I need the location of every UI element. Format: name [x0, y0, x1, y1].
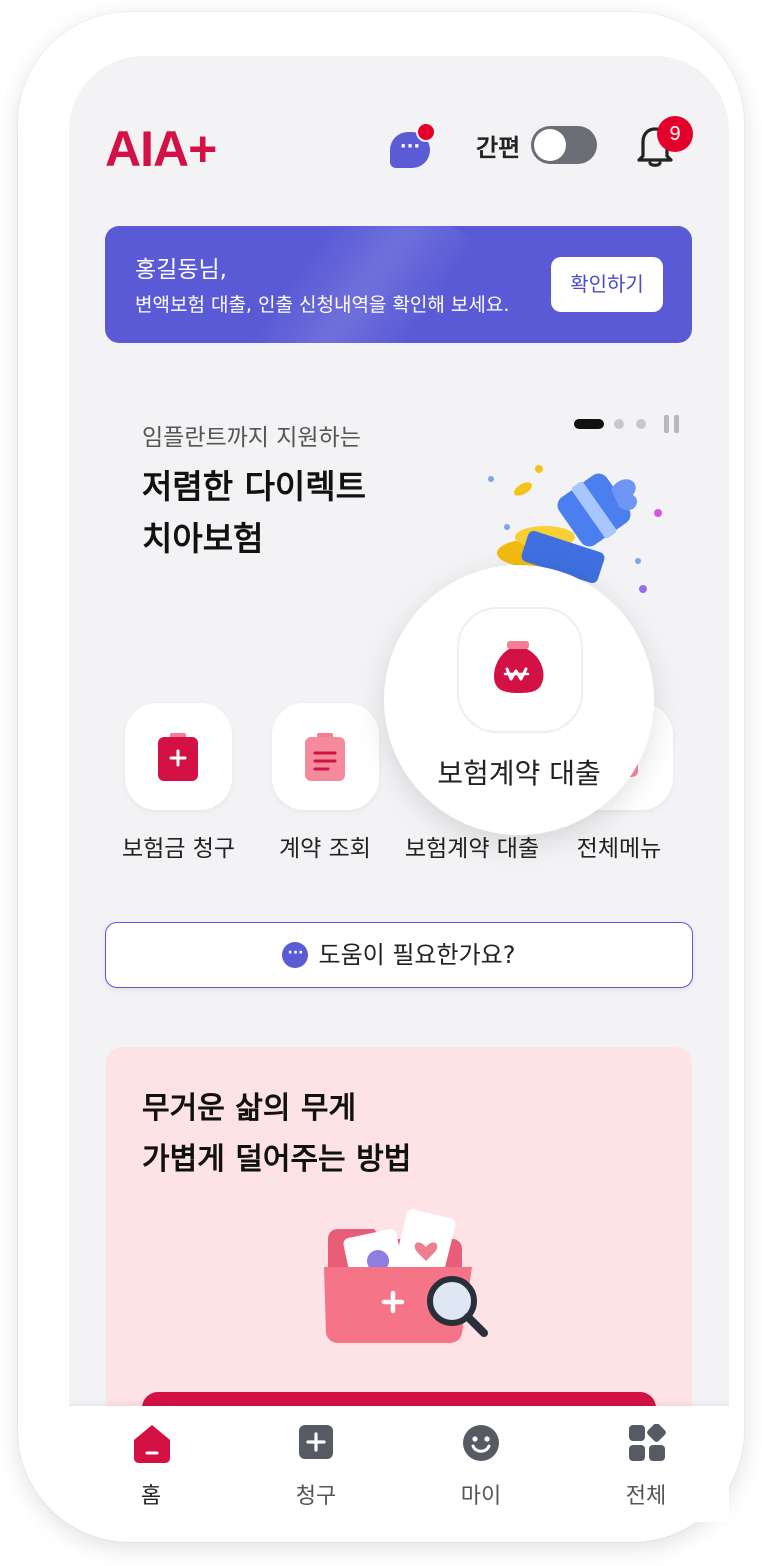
simple-mode-toggle[interactable] [531, 126, 597, 164]
claim-clipboard-icon [158, 733, 198, 781]
carousel-pager [574, 415, 686, 435]
promo-title-line2: 치아보험 [142, 519, 264, 558]
nav-my[interactable]: 마이 [421, 1422, 541, 1512]
nav-home-label: 홈 [140, 1484, 162, 1509]
info-card-title-line1: 무거운 삶의 무게 [142, 1091, 357, 1126]
nav-claim-label: 청구 [295, 1484, 337, 1509]
simple-mode-label: 간편 [476, 134, 521, 162]
help-chat-icon: ··· [282, 942, 309, 968]
medical-folder-illustration [324, 1209, 488, 1343]
loan-spotlight[interactable]: 보험계약 대출 [384, 565, 654, 835]
banner-greeting: 홍길동님, [135, 257, 227, 283]
promo-subtitle: 임플란트까지 지원하는 [142, 425, 361, 451]
bottom-nav: 홈 청구 마이 전체 [69, 1406, 729, 1522]
pager-dot[interactable] [636, 419, 646, 429]
new-message-dot [416, 122, 436, 142]
help-button[interactable]: ··· 도움이 필요한가요? [105, 922, 693, 988]
info-card[interactable]: 무거운 삶의 무게 가볍게 덜어주는 방법 [106, 1047, 692, 1467]
grid-icon [629, 1424, 666, 1461]
quick-menu-label: 계약 조회 [279, 836, 371, 862]
pager-dot[interactable] [614, 419, 624, 429]
claim-plus-icon [299, 1425, 333, 1459]
info-card-title: 무거운 삶의 무게 가볍게 덜어주는 방법 [142, 1083, 411, 1185]
help-label: 도움이 필요한가요? [318, 941, 516, 969]
aia-plus-logo[interactable]: AIA+ [105, 120, 217, 178]
quick-menu-label: 보험금 청구 [121, 836, 236, 862]
notification-count-badge: 9 [657, 116, 693, 152]
loan-spotlight-label: 보험계약 대출 [437, 757, 601, 790]
loan-money-bag-icon [494, 641, 544, 693]
quick-menu-label: 전체메뉴 [576, 836, 662, 862]
notice-banner: 홍길동님, 변액보험 대출, 인출 신청내역을 확인해 보세요. 확인하기 [105, 226, 692, 343]
pager-dot-active[interactable] [574, 419, 604, 429]
nav-all[interactable]: 전체 [586, 1422, 706, 1512]
contract-document-icon [305, 733, 345, 781]
nav-my-label: 마이 [460, 1484, 502, 1509]
phone-frame: AIA+ ··· 간편 9 홍길동님, 변액보험 대출, 인출 신청내역을 확인… [18, 12, 744, 1542]
nav-claim[interactable]: 청구 [256, 1422, 376, 1512]
toggle-knob [534, 129, 566, 161]
nav-home[interactable]: 홈 [91, 1422, 211, 1512]
banner-shine [243, 226, 477, 343]
promo-title-line1: 저렴한 다이렉트 [142, 467, 367, 506]
app-screen: AIA+ ··· 간편 9 홍길동님, 변액보험 대출, 인출 신청내역을 확인… [69, 56, 729, 1522]
banner-confirm-button[interactable]: 확인하기 [551, 257, 663, 312]
quick-menu-claim[interactable] [125, 703, 232, 810]
quick-menu-contract[interactable] [272, 703, 379, 810]
home-icon [134, 1425, 170, 1463]
info-card-title-line2: 가볍게 덜어주는 방법 [142, 1142, 412, 1177]
banner-message: 변액보험 대출, 인출 신청내역을 확인해 보세요. [135, 294, 510, 316]
chatbot-button[interactable]: ··· [390, 122, 436, 168]
smiley-icon [463, 1425, 499, 1461]
nav-all-label: 전체 [625, 1484, 667, 1509]
carousel-pause-icon[interactable] [664, 415, 680, 433]
loan-icon-box [457, 607, 583, 733]
promo-title[interactable]: 저렴한 다이렉트 치아보험 [142, 461, 366, 565]
